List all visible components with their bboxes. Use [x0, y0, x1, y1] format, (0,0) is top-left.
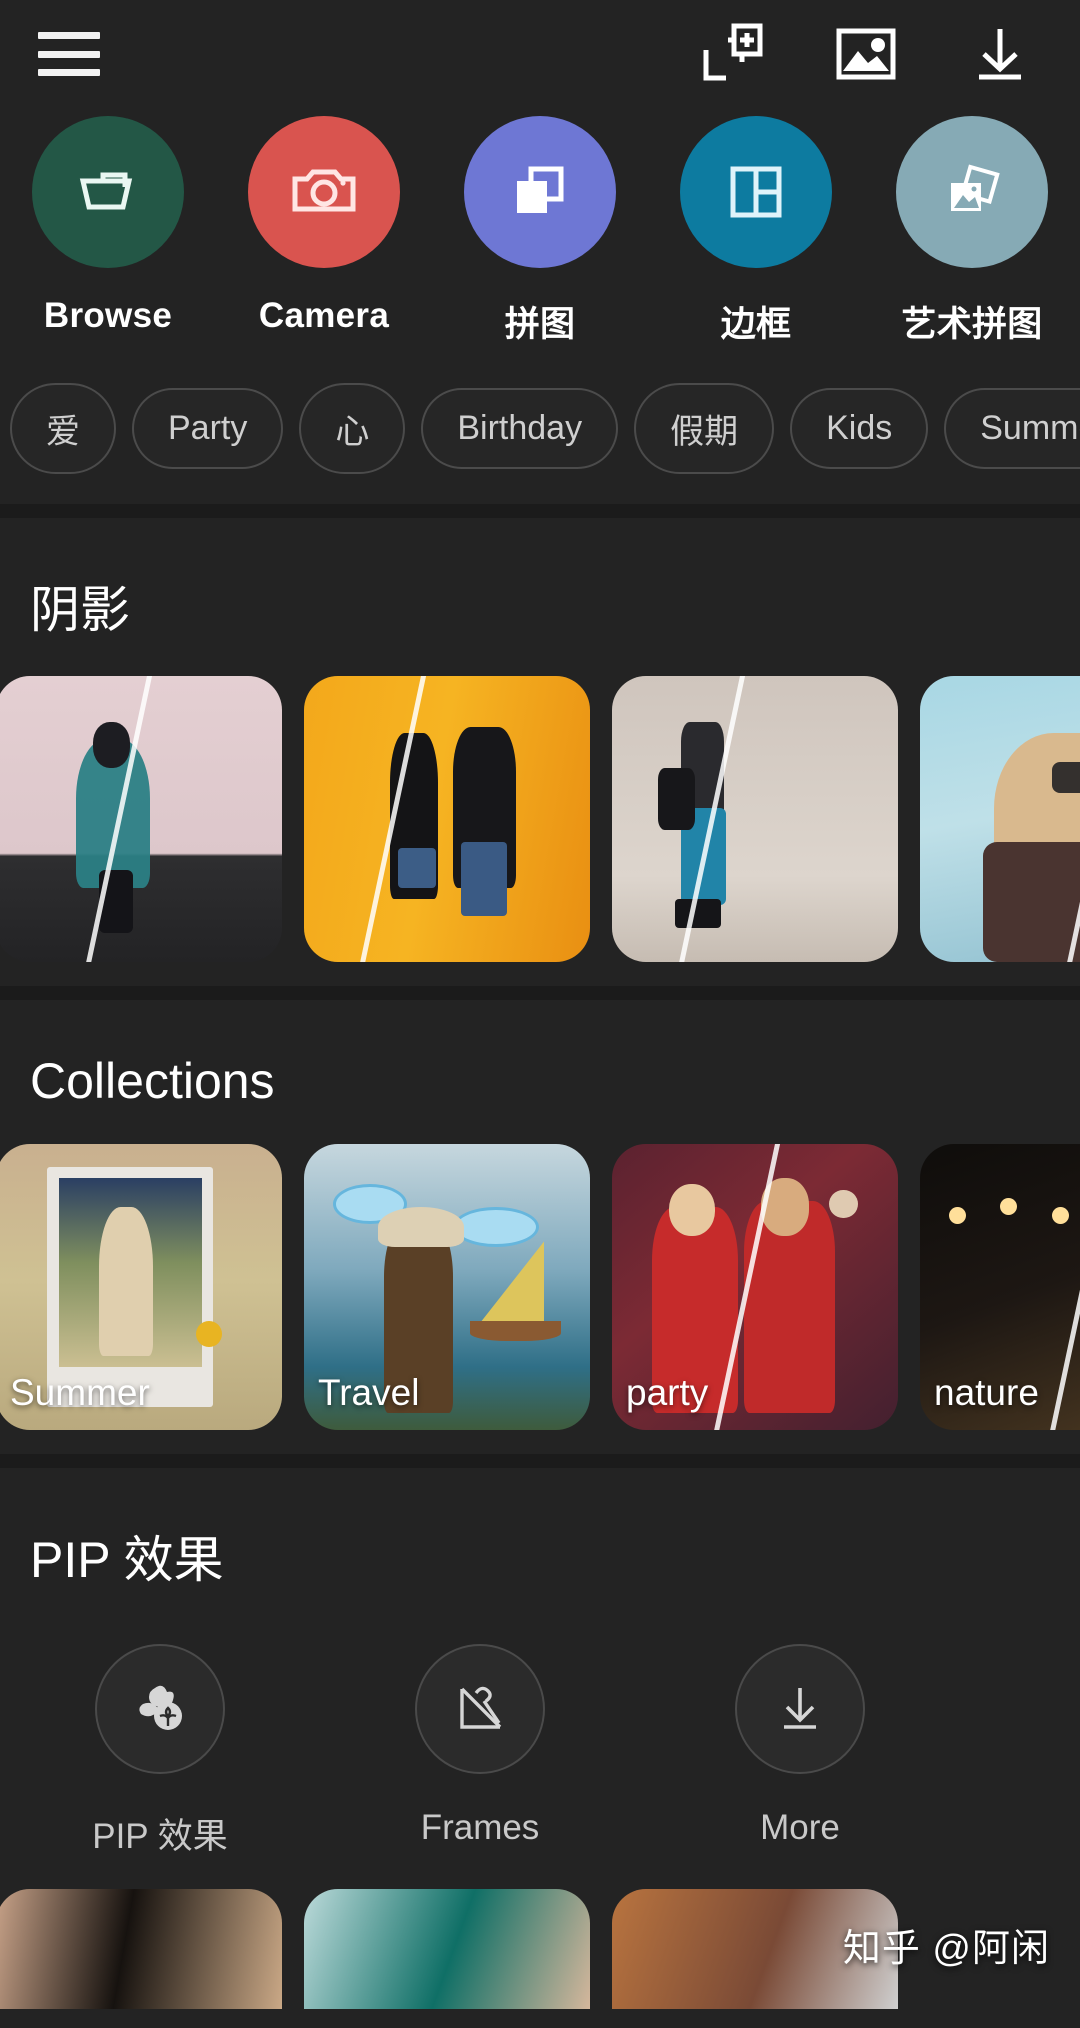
section-divider [0, 1454, 1080, 1468]
action-browse[interactable]: Browse [0, 116, 216, 347]
art-collage-icon [951, 164, 1000, 211]
frames-circle[interactable] [680, 116, 832, 268]
hamburger-line [38, 32, 100, 39]
collage-circle[interactable] [464, 116, 616, 268]
section-divider [0, 986, 1080, 1000]
art-collage-circle[interactable] [896, 116, 1048, 268]
action-collage[interactable]: 拼图 [432, 116, 648, 347]
brush-canvas-icon [460, 1686, 502, 1729]
action-label: 拼图 [504, 305, 576, 344]
shadow-card[interactable] [612, 676, 898, 962]
section-divider [0, 504, 1080, 518]
tag-chip[interactable]: 爱 [10, 383, 116, 474]
shadow-card-row[interactable] [0, 676, 1080, 962]
pip-item-more[interactable]: More [640, 1644, 960, 1859]
collage-icon [517, 166, 564, 213]
action-frames[interactable]: 边框 [648, 116, 864, 347]
browse-circle[interactable] [32, 116, 184, 268]
action-art-collage[interactable]: 艺术拼图 [864, 116, 1080, 347]
action-label: 艺术拼图 [901, 305, 1043, 344]
section-collections: Collections Summer Travel party nature [0, 1000, 1080, 1454]
grid-frame-icon [730, 166, 782, 218]
flower-pip-icon [139, 1685, 182, 1730]
tag-chip[interactable]: Party [132, 388, 284, 469]
collection-card[interactable]: nature [920, 1144, 1080, 1430]
quick-actions-row: Browse Camera 拼图 边框 艺术拼图 [0, 108, 1080, 347]
collection-label: party [626, 1372, 709, 1413]
collection-card[interactable]: party [612, 1144, 898, 1430]
shadow-card[interactable] [0, 676, 282, 962]
tag-chip[interactable]: Kids [790, 388, 929, 469]
watermark: 知乎 @阿闲 [842, 1928, 1050, 1970]
hamburger-menu-icon[interactable] [38, 32, 100, 76]
tag-chip[interactable]: Summer [944, 388, 1080, 469]
app-screen: Browse Camera 拼图 边框 艺术拼图 爱 Party 心 Birth… [0, 0, 1080, 2028]
shadow-card[interactable] [304, 676, 590, 962]
hamburger-line [38, 69, 100, 76]
shadow-card[interactable] [920, 676, 1080, 962]
pip-circle[interactable] [95, 1644, 225, 1774]
download-icon[interactable] [958, 12, 1042, 96]
collection-label: Travel [318, 1372, 420, 1413]
collection-label: Summer [10, 1372, 150, 1413]
pip-label: Frames [420, 1808, 540, 1847]
pip-buttons-row: PIP 效果 Frames More [0, 1626, 1080, 1859]
camera-icon [292, 169, 356, 212]
pip-label: PIP 效果 [92, 1817, 228, 1856]
image-icon[interactable] [824, 12, 908, 96]
camera-circle[interactable] [248, 116, 400, 268]
top-bar [0, 0, 1080, 108]
pip-circle[interactable] [415, 1644, 545, 1774]
pip-circle[interactable] [735, 1644, 865, 1774]
collection-card[interactable]: Travel [304, 1144, 590, 1430]
pip-item-pip-effects[interactable]: PIP 效果 [0, 1644, 320, 1859]
peek-card[interactable] [304, 1889, 590, 2009]
action-label: 边框 [720, 305, 792, 344]
before-after-divider [1041, 1144, 1080, 1430]
section-shadow: 阴影 [0, 518, 1080, 986]
section-title: 阴影 [30, 582, 130, 638]
peek-card[interactable] [0, 1889, 282, 2009]
tag-chips-row[interactable]: 爱 Party 心 Birthday 假期 Kids Summer [0, 347, 1080, 504]
folder-icon [79, 172, 133, 210]
tag-chip[interactable]: 心 [299, 383, 406, 474]
action-label: Camera [258, 296, 390, 335]
pip-label: More [760, 1808, 840, 1847]
collection-label: nature [934, 1372, 1039, 1413]
hamburger-line [38, 50, 100, 58]
collection-card[interactable]: Summer [0, 1144, 282, 1430]
download-icon [784, 1688, 816, 1729]
section-title: PIP 效果 [30, 1532, 224, 1588]
section-title: Collections [30, 1053, 275, 1109]
add-collage-icon[interactable] [690, 12, 774, 96]
tag-chip[interactable]: Birthday [421, 388, 619, 469]
pip-item-frames[interactable]: Frames [320, 1644, 640, 1859]
collections-card-row[interactable]: Summer Travel party nature [0, 1144, 1080, 1430]
action-label: Browse [43, 296, 173, 335]
tag-chip[interactable]: 假期 [634, 383, 775, 474]
action-camera[interactable]: Camera [216, 116, 432, 347]
